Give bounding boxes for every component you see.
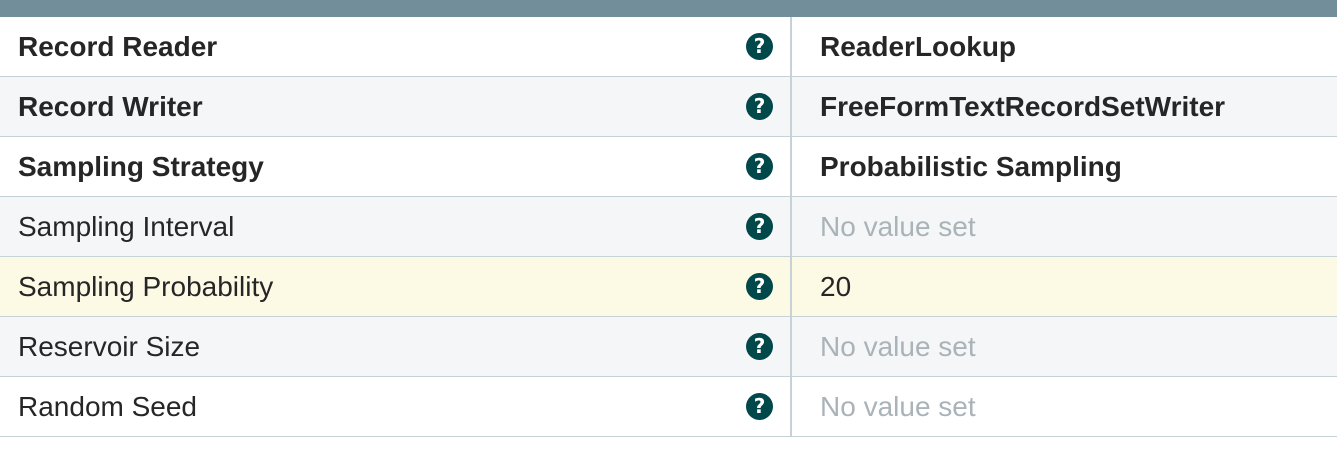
property-name: Reservoir Size: [18, 331, 201, 362]
help-icon[interactable]: ?: [746, 333, 773, 360]
property-row-random-seed[interactable]: Random Seed ? No value set: [0, 377, 1337, 437]
property-row-sampling-interval[interactable]: Sampling Interval ? No value set: [0, 197, 1337, 257]
property-value-cell[interactable]: ReaderLookup: [792, 17, 1337, 76]
property-value: FreeFormTextRecordSetWriter: [820, 91, 1226, 122]
property-name: Sampling Interval: [18, 211, 235, 242]
property-value: No value set: [820, 211, 976, 242]
property-row-sampling-strategy[interactable]: Sampling Strategy ? Probabilistic Sampli…: [0, 137, 1337, 197]
property-name-cell: Sampling Probability ?: [0, 257, 792, 316]
property-row-record-writer[interactable]: Record Writer ? FreeFormTextRecordSetWri…: [0, 77, 1337, 137]
help-icon[interactable]: ?: [746, 153, 773, 180]
property-name: Record Writer: [18, 91, 203, 122]
property-name: Sampling Strategy: [18, 151, 264, 182]
property-value: 20: [820, 271, 852, 302]
property-value-cell[interactable]: FreeFormTextRecordSetWriter: [792, 77, 1337, 136]
property-name-cell: Sampling Interval ?: [0, 197, 792, 256]
property-name: Sampling Probability: [18, 271, 274, 302]
help-icon[interactable]: ?: [746, 393, 773, 420]
property-row-reservoir-size[interactable]: Reservoir Size ? No value set: [0, 317, 1337, 377]
property-value: Probabilistic Sampling: [820, 151, 1122, 182]
property-name: Random Seed: [18, 391, 198, 422]
help-icon[interactable]: ?: [746, 33, 773, 60]
property-name-cell: Record Reader ?: [0, 17, 792, 76]
property-row-sampling-probability[interactable]: Sampling Probability ? 20: [0, 257, 1337, 317]
property-value-cell[interactable]: Probabilistic Sampling: [792, 137, 1337, 196]
property-value-cell[interactable]: No value set: [792, 197, 1337, 256]
property-row-record-reader[interactable]: Record Reader ? ReaderLookup: [0, 17, 1337, 77]
properties-table: Record Reader ? ReaderLookup Record Writ…: [0, 17, 1337, 437]
property-name: Record Reader: [18, 31, 218, 62]
property-name-cell: Random Seed ?: [0, 377, 792, 436]
help-icon[interactable]: ?: [746, 273, 773, 300]
property-name-cell: Record Writer ?: [0, 77, 792, 136]
help-icon[interactable]: ?: [746, 93, 773, 120]
property-value-cell[interactable]: 20: [792, 257, 1337, 316]
property-value-cell[interactable]: No value set: [792, 377, 1337, 436]
property-name-cell: Reservoir Size ?: [0, 317, 792, 376]
table-header-bar: [0, 0, 1337, 17]
property-name-cell: Sampling Strategy ?: [0, 137, 792, 196]
property-value: No value set: [820, 391, 976, 422]
help-icon[interactable]: ?: [746, 213, 773, 240]
property-value: No value set: [820, 331, 976, 362]
property-value-cell[interactable]: No value set: [792, 317, 1337, 376]
property-value: ReaderLookup: [820, 31, 1017, 62]
